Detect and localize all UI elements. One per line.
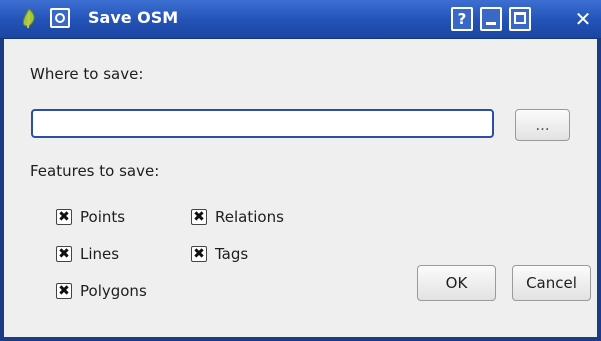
save-path-input[interactable] — [31, 109, 494, 138]
qgis-icon — [22, 8, 35, 29]
check-mark-icon: ✖ — [56, 283, 72, 299]
check-mark-icon: ✖ — [191, 246, 207, 262]
check-mark-icon: ✖ — [191, 209, 207, 225]
tags-label: Tags — [215, 245, 249, 263]
check-mark-icon: ✖ — [56, 209, 72, 225]
help-button[interactable]: ? — [451, 7, 473, 31]
minimize-icon — [486, 22, 496, 25]
title-bar[interactable]: Save OSM ? ✕ — [0, 0, 601, 39]
cancel-button[interactable]: Cancel — [512, 265, 591, 301]
lines-label: Lines — [80, 245, 120, 263]
where-to-save-label: Where to save: — [30, 65, 144, 83]
features-to-save-label: Features to save: — [30, 162, 160, 180]
ok-button[interactable]: OK — [417, 265, 496, 301]
window-title: Save OSM — [88, 8, 179, 27]
browse-button[interactable]: ... — [515, 109, 570, 141]
maximize-button[interactable] — [509, 7, 531, 31]
close-button[interactable]: ✕ — [571, 7, 595, 31]
maximize-icon — [514, 12, 526, 24]
window-menu-button[interactable] — [50, 8, 70, 28]
polygons-label: Polygons — [80, 282, 147, 300]
save-osm-dialog: Save OSM ? ✕ Where to save: ... Features… — [0, 0, 601, 341]
check-mark-icon: ✖ — [56, 246, 72, 262]
points-label: Points — [80, 208, 126, 226]
relations-label: Relations — [215, 208, 284, 226]
minimize-button[interactable] — [480, 7, 502, 31]
window-menu-icon — [55, 13, 65, 23]
